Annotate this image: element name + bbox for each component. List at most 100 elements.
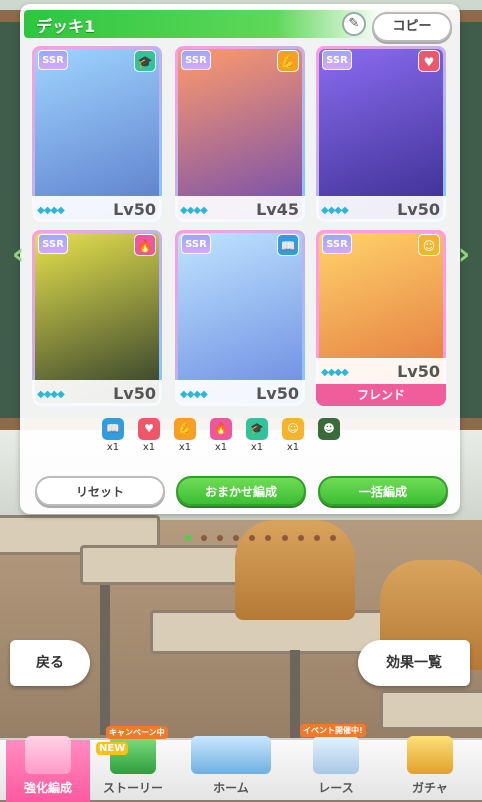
rarity-badge: SSR xyxy=(38,50,68,70)
type-count-item: ☻ xyxy=(316,418,342,442)
type-count: x1 xyxy=(142,442,156,453)
support-card[interactable]: SSR 📖 ◆◆◆◆ Lv50 xyxy=(175,230,305,406)
support-card[interactable]: SSR ☺ ◆◆◆◆ Lv50 フレンド xyxy=(316,230,446,406)
stamina-icon: 📖 xyxy=(277,234,299,256)
type-count-item: ♥ x1 xyxy=(136,418,162,453)
page-dot[interactable] xyxy=(329,535,336,541)
reset-button[interactable]: リセット xyxy=(35,476,165,506)
rarity-badge: SSR xyxy=(322,50,352,70)
limit-break-gems-icon: ◆◆◆◆ xyxy=(321,367,349,378)
limit-break-gems-icon: ◆◆◆◆ xyxy=(180,389,208,400)
deck-title: デッキ1 xyxy=(36,17,96,36)
campaign-badge: キャンペーン中 xyxy=(106,726,168,739)
previous-deck-arrow[interactable]: ‹ xyxy=(6,238,30,272)
edit-deck-name-icon[interactable]: ✎ xyxy=(342,12,366,36)
nav-home[interactable]: ホーム xyxy=(176,736,286,802)
support-card[interactable]: SSR 💪 ◆◆◆◆ Lv45 xyxy=(175,46,305,222)
type-count: x1 xyxy=(286,442,300,453)
limit-break-gems-icon: ◆◆◆◆ xyxy=(37,389,65,400)
nav-gacha[interactable]: ガチャ xyxy=(384,736,476,802)
power-icon: 💪 xyxy=(277,50,299,72)
page-dot-active[interactable] xyxy=(185,535,191,541)
type-count-item: 📖 x1 xyxy=(100,418,126,453)
nav-race[interactable]: イベント開催中! レース xyxy=(290,724,382,802)
auto-arrange-button[interactable]: おまかせ編成 xyxy=(176,476,306,506)
desk-leg xyxy=(290,650,300,740)
rarity-badge: SSR xyxy=(322,234,352,254)
card-art xyxy=(178,233,302,403)
friend-icon: ♥ xyxy=(138,418,160,440)
wisdom-icon: 🎓 xyxy=(246,418,268,440)
next-deck-arrow[interactable]: › xyxy=(452,238,476,272)
deck-page-indicator xyxy=(185,526,341,541)
character-portrait-icon xyxy=(25,736,71,774)
card-level: Lv50 xyxy=(113,200,156,219)
bottom-navigation: 強化編成 キャンペーン中 NEW ストーリー ホーム イベント開催中! レース … xyxy=(0,724,482,802)
empty-slot-icon: ☻ xyxy=(318,418,340,440)
bulk-arrange-button[interactable]: 一括編成 xyxy=(318,476,448,506)
rarity-badge: SSR xyxy=(38,234,68,254)
type-count-item: 🎓 x1 xyxy=(244,418,270,453)
card-level: Lv50 xyxy=(113,384,156,403)
type-count-item: ☺ x1 xyxy=(280,418,306,453)
page-dot[interactable] xyxy=(281,535,288,541)
card-footer: ◆◆◆◆ Lv50 xyxy=(32,196,162,222)
card-footer: ◆◆◆◆ Lv50 xyxy=(316,196,446,222)
nav-label: ホーム xyxy=(213,781,249,795)
deck-header: デッキ1 ✎ xyxy=(24,10,384,38)
support-card[interactable]: SSR 🔥 ◆◆◆◆ Lv50 xyxy=(32,230,162,406)
type-count: x1 xyxy=(178,442,192,453)
group-icon: ☺ xyxy=(282,418,304,440)
nav-label: ガチャ xyxy=(412,781,448,795)
friend-icon: ♥ xyxy=(418,50,440,72)
card-footer: ◆◆◆◆ Lv50 xyxy=(175,380,305,406)
desk xyxy=(380,690,482,730)
card-footer: ◆◆◆◆ Lv45 xyxy=(175,196,305,222)
card-art xyxy=(178,49,302,219)
speed-icon: 📖 xyxy=(102,418,124,440)
friend-label: フレンド xyxy=(316,384,446,406)
nav-enhance[interactable]: 強化編成 xyxy=(6,736,90,802)
card-footer: ◆◆◆◆ Lv50 xyxy=(316,358,446,384)
type-count-summary: 📖 x1 ♥ x1 💪 x1 🔥 x1 🎓 x1 ☺ x1 ☻ xyxy=(100,418,350,458)
card-level: Lv50 xyxy=(397,362,440,381)
card-level: Lv50 xyxy=(256,384,299,403)
new-badge: NEW xyxy=(96,742,129,755)
page-dot[interactable] xyxy=(313,535,320,541)
guts-icon: 🔥 xyxy=(134,234,156,256)
nav-label: ストーリー xyxy=(102,781,163,795)
desk-leg xyxy=(100,585,110,735)
support-card[interactable]: SSR ♥ ◆◆◆◆ Lv50 xyxy=(316,46,446,222)
limit-break-gems-icon: ◆◆◆◆ xyxy=(37,205,65,216)
support-card[interactable]: SSR 🎓 ◆◆◆◆ Lv50 xyxy=(32,46,162,222)
school-building-icon xyxy=(191,736,271,774)
gacha-icon xyxy=(407,736,453,774)
limit-break-gems-icon: ◆◆◆◆ xyxy=(180,205,208,216)
page-dot[interactable] xyxy=(297,535,304,541)
card-art xyxy=(35,233,159,403)
wisdom-icon: 🎓 xyxy=(134,50,156,72)
rarity-badge: SSR xyxy=(181,234,211,254)
rarity-badge: SSR xyxy=(181,50,211,70)
type-count-item: 🔥 x1 xyxy=(208,418,234,453)
type-count: x1 xyxy=(214,442,228,453)
card-art xyxy=(319,49,443,219)
nav-story[interactable]: キャンペーン中 NEW ストーリー xyxy=(92,726,174,802)
copy-button[interactable]: コピー xyxy=(372,12,452,42)
card-level: Lv50 xyxy=(397,200,440,219)
guts-icon: 🔥 xyxy=(210,418,232,440)
type-count: x1 xyxy=(106,442,120,453)
back-button[interactable]: 戻る xyxy=(10,640,90,686)
nav-label: 強化編成 xyxy=(23,781,72,795)
card-footer: ◆◆◆◆ Lv50 xyxy=(32,380,162,406)
effects-list-button[interactable]: 効果一覧 xyxy=(358,640,470,686)
type-count-item: 💪 x1 xyxy=(172,418,198,453)
race-track-icon xyxy=(313,736,359,774)
type-count: x1 xyxy=(250,442,264,453)
card-level: Lv45 xyxy=(256,200,299,219)
friend-smile-icon: ☺ xyxy=(418,234,440,256)
limit-break-gems-icon: ◆◆◆◆ xyxy=(321,205,349,216)
power-icon: 💪 xyxy=(174,418,196,440)
event-badge: イベント開催中! xyxy=(300,724,366,737)
nav-label: レース xyxy=(318,781,354,795)
